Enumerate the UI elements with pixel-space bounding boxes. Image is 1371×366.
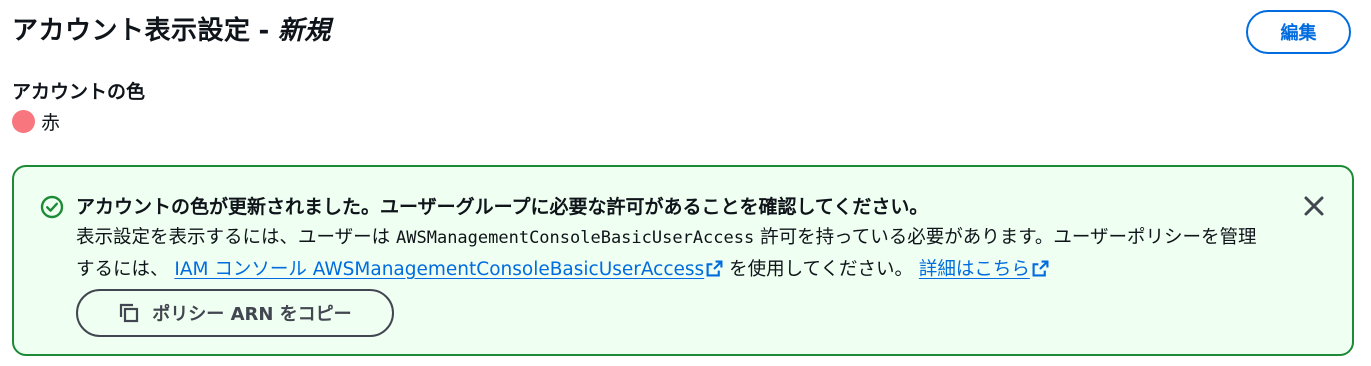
title-status: 新規 (277, 16, 331, 46)
close-alert-button[interactable] (1299, 191, 1329, 221)
iam-console-link-label: IAM コンソール AWSManagementConsoleBasicUserA… (174, 259, 705, 280)
account-color-value: 赤 (12, 108, 60, 135)
copy-icon (120, 303, 139, 323)
details-link[interactable]: 詳細はこちら (919, 259, 1049, 280)
title-separator: - (258, 16, 270, 46)
copy-policy-arn-button[interactable]: ポリシー ARN をコピー (76, 289, 394, 337)
alert-title: アカウントの色が更新されました。ユーザーグループに必要な許可があることを確認して… (76, 196, 929, 218)
close-icon (1304, 196, 1324, 216)
policy-name: AWSManagementConsoleBasicUserAccess (396, 228, 755, 248)
success-check-icon (40, 195, 64, 219)
external-link-icon (706, 260, 723, 277)
page-header: アカウント表示設定 - 新規 (12, 10, 331, 47)
alert-body: 表示設定を表示するには、ユーザーは AWSManagementConsoleBa… (76, 222, 1266, 285)
success-alert: アカウントの色が更新されました。ユーザーグループに必要な許可があることを確認して… (12, 165, 1354, 356)
details-link-label: 詳細はこちら (918, 259, 1030, 280)
edit-button[interactable]: 編集 (1246, 10, 1351, 54)
external-link-icon (1032, 260, 1049, 277)
copy-policy-arn-label: ポリシー ARN をコピー (152, 304, 352, 325)
account-color-label: アカウントの色 (12, 81, 146, 103)
iam-console-link[interactable]: IAM コンソール AWSManagementConsoleBasicUserA… (174, 259, 723, 280)
color-swatch (12, 110, 35, 133)
page-title: アカウント表示設定 (12, 16, 251, 46)
alert-body-text-1: 表示設定を表示するには、ユーザーは (76, 227, 397, 248)
account-color-text: 赤 (41, 112, 61, 134)
alert-body-text-3: を使用してください。 (723, 259, 919, 280)
